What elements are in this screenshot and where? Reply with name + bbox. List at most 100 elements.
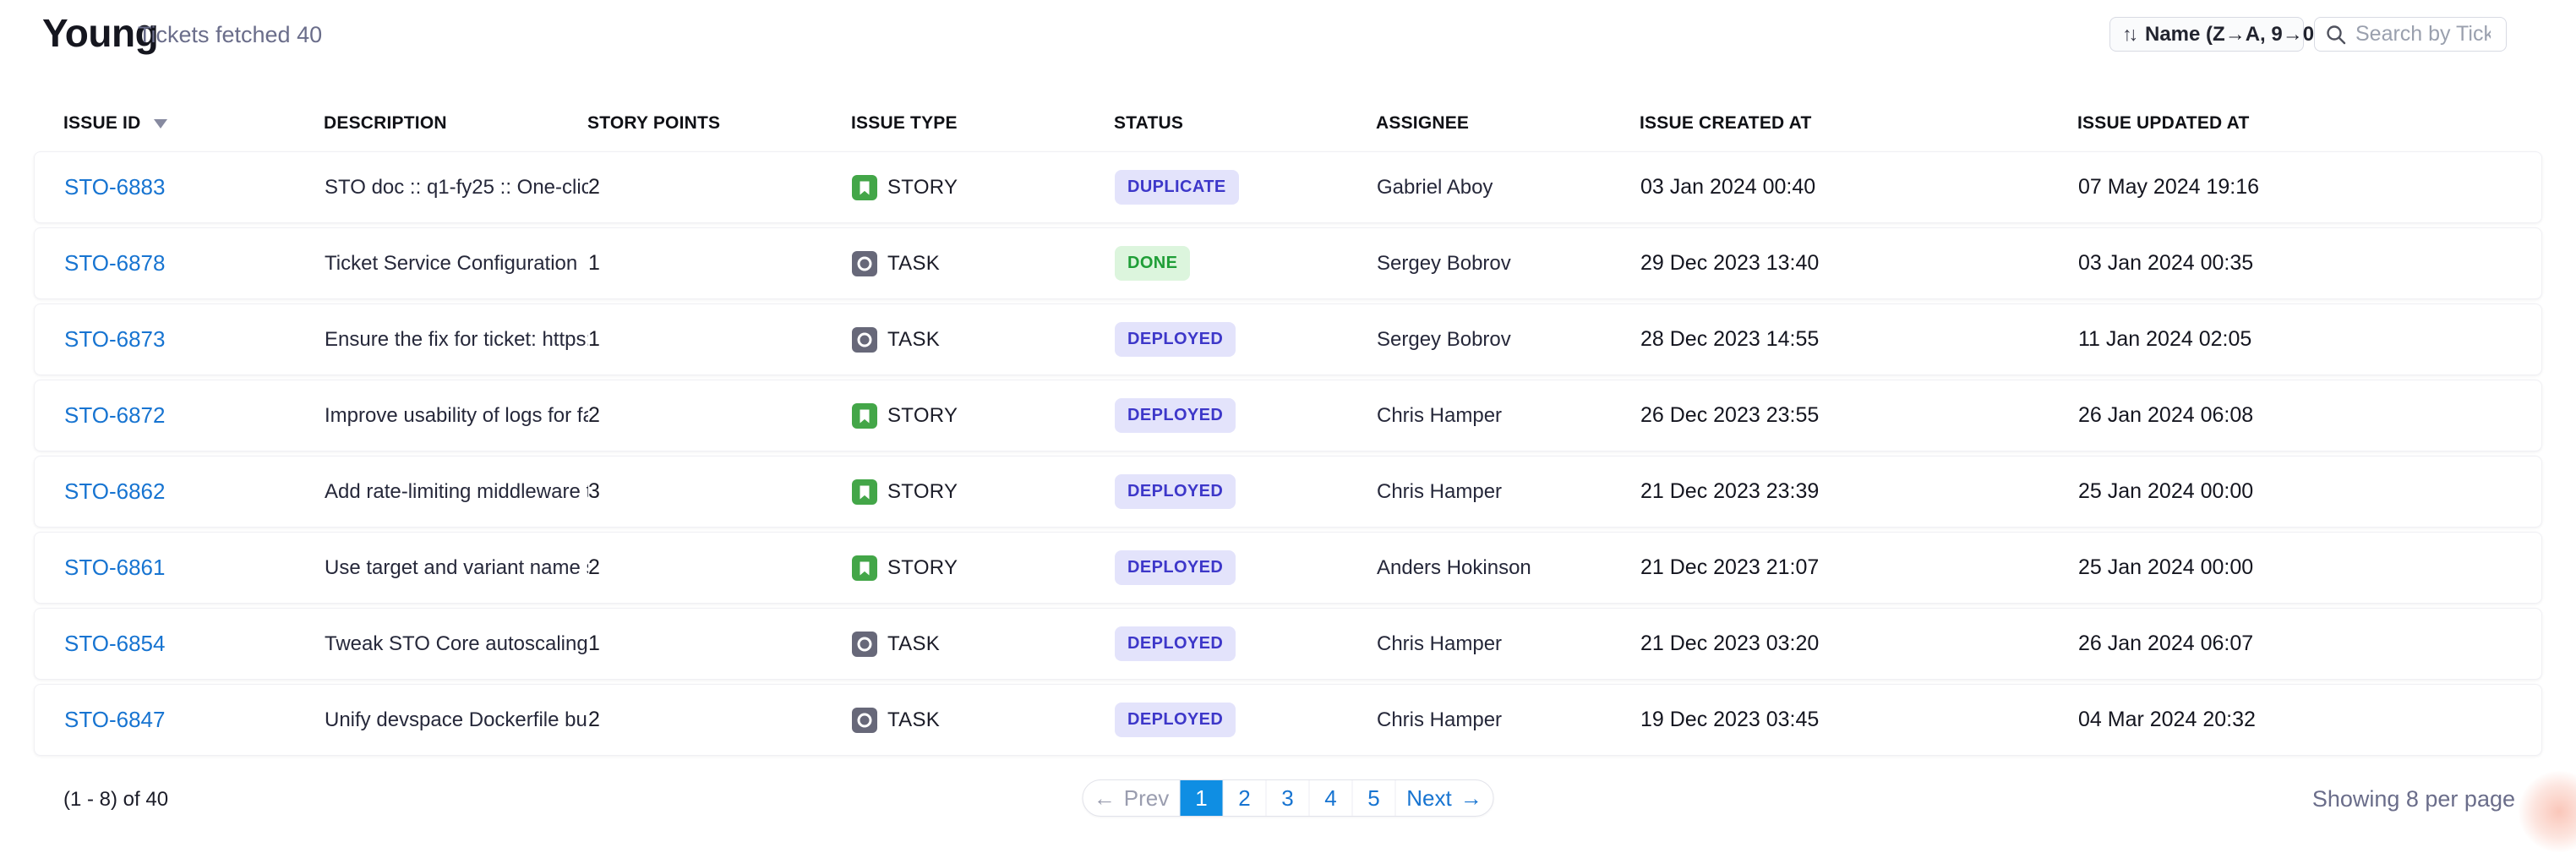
results-range: (1 - 8) of 40: [63, 788, 168, 812]
status-badge: DEPLOYED: [1115, 626, 1236, 661]
page-button-5[interactable]: 5: [1353, 780, 1396, 816]
issue-type-label: TASK: [887, 252, 940, 276]
issues-table: ISSUE ID DESCRIPTION STORY POINTS ISSUE …: [34, 106, 2542, 760]
sort-label: Name (Z→A, 9→0): [2145, 23, 2321, 46]
issue-id-link[interactable]: STO-6872: [64, 402, 165, 428]
status-badge: DONE: [1115, 246, 1190, 281]
description-cell: Ensure the fix for ticket: https://h...: [325, 328, 588, 352]
issue-id-link[interactable]: STO-6883: [64, 174, 165, 200]
table-row[interactable]: STO-6878 Ticket Service Configuration 1 …: [34, 227, 2542, 299]
issue-id-link[interactable]: STO-6854: [64, 631, 165, 656]
pagination-footer: (1 - 8) of 40 ← Prev 12345 Next → Showin…: [0, 779, 2576, 818]
story-icon: [852, 479, 877, 505]
updated-at-cell: 26 Jan 2024 06:08: [2078, 403, 2541, 428]
task-icon: [852, 632, 877, 657]
search-icon: [2325, 24, 2347, 46]
page-button-1[interactable]: 1: [1181, 780, 1224, 816]
issue-type-label: STORY: [887, 556, 958, 580]
tickets-fetched-label: Tickets fetched 40: [138, 22, 322, 48]
per-page-label: Showing 8 per page: [2312, 786, 2515, 812]
description-cell: Use target and variant name sear...: [325, 556, 588, 580]
arrow-left-icon: ←: [1094, 785, 1116, 812]
updated-at-cell: 25 Jan 2024 00:00: [2078, 479, 2541, 504]
issue-type-label: TASK: [887, 632, 940, 656]
created-at-cell: 21 Dec 2023 23:39: [1640, 479, 2078, 504]
status-badge: DUPLICATE: [1115, 170, 1239, 205]
table-row[interactable]: STO-6862 Add rate-limiting middleware to…: [34, 456, 2542, 528]
col-description: DESCRIPTION: [324, 113, 587, 134]
issue-type-cell: TASK: [852, 632, 1115, 657]
description-cell: Ticket Service Configuration: [325, 252, 588, 276]
table-row[interactable]: STO-6872 Improve usability of logs for f…: [34, 380, 2542, 451]
issue-type-label: TASK: [887, 708, 940, 732]
issue-type-cell: STORY: [852, 479, 1115, 505]
assignee-cell: Chris Hamper: [1377, 708, 1640, 732]
col-issue-id-label: ISSUE ID: [63, 113, 140, 134]
story-icon: [852, 403, 877, 429]
story-icon: [852, 175, 877, 200]
prev-label: Prev: [1124, 785, 1169, 812]
issue-id-link[interactable]: STO-6878: [64, 250, 165, 276]
status-badge: DEPLOYED: [1115, 398, 1236, 433]
col-updated-at: ISSUE UPDATED AT: [2077, 113, 2542, 134]
created-at-cell: 29 Dec 2023 13:40: [1640, 251, 2078, 276]
task-icon: [852, 327, 877, 353]
issue-type-cell: STORY: [852, 403, 1115, 429]
assignee-cell: Gabriel Aboy: [1377, 176, 1640, 200]
description-cell: STO doc :: q1-fy25 :: One-click e...: [325, 176, 588, 200]
table-row[interactable]: STO-6854 Tweak STO Core autoscaling par.…: [34, 608, 2542, 680]
table-row[interactable]: STO-6861 Use target and variant name sea…: [34, 532, 2542, 604]
issue-type-cell: STORY: [852, 555, 1115, 581]
col-status: STATUS: [1114, 113, 1376, 134]
issue-id-link[interactable]: STO-6861: [64, 555, 165, 580]
assignee-cell: Sergey Bobrov: [1377, 328, 1640, 352]
issue-type-label: STORY: [887, 480, 958, 504]
created-at-cell: 26 Dec 2023 23:55: [1640, 403, 2078, 428]
next-label: Next: [1406, 785, 1451, 812]
story-points-cell: 2: [588, 175, 852, 200]
search-input[interactable]: [2355, 22, 2491, 46]
assignee-cell: Sergey Bobrov: [1377, 252, 1640, 276]
updated-at-cell: 07 May 2024 19:16: [2078, 175, 2541, 200]
table-row[interactable]: STO-6847 Unify devspace Dockerfile build…: [34, 684, 2542, 756]
status-badge: DEPLOYED: [1115, 703, 1236, 737]
updated-at-cell: 25 Jan 2024 00:00: [2078, 555, 2541, 580]
issue-id-link[interactable]: STO-6862: [64, 478, 165, 504]
table-row[interactable]: STO-6873 Ensure the fix for ticket: http…: [34, 303, 2542, 375]
page-button-4[interactable]: 4: [1310, 780, 1353, 816]
sort-dropdown[interactable]: ↑↓ Name (Z→A, 9→0): [2109, 17, 2304, 52]
page-button-3[interactable]: 3: [1267, 780, 1310, 816]
sort-arrows-icon: ↑↓: [2122, 23, 2135, 46]
story-icon: [852, 555, 877, 581]
created-at-cell: 19 Dec 2023 03:45: [1640, 708, 2078, 732]
status-badge: DEPLOYED: [1115, 474, 1236, 509]
assignee-cell: Anders Hokinson: [1377, 556, 1640, 580]
task-icon: [852, 708, 877, 733]
updated-at-cell: 26 Jan 2024 06:07: [2078, 632, 2541, 656]
updated-at-cell: 03 Jan 2024 00:35: [2078, 251, 2541, 276]
prev-button[interactable]: ← Prev: [1083, 780, 1181, 816]
page-button-2[interactable]: 2: [1224, 780, 1267, 816]
issue-type-cell: TASK: [852, 708, 1115, 733]
issue-id-link[interactable]: STO-6847: [64, 707, 165, 732]
description-cell: Improve usability of logs for failur...: [325, 404, 588, 428]
col-issue-id[interactable]: ISSUE ID: [63, 113, 324, 134]
issue-type-label: STORY: [887, 404, 958, 428]
description-cell: Add rate-limiting middleware to S...: [325, 480, 588, 504]
story-points-cell: 1: [588, 632, 852, 656]
search-box[interactable]: [2314, 17, 2507, 52]
next-button[interactable]: Next →: [1396, 780, 1493, 816]
issue-id-link[interactable]: STO-6873: [64, 326, 165, 352]
story-points-cell: 2: [588, 555, 852, 580]
story-points-cell: 3: [588, 479, 852, 504]
task-icon: [852, 251, 877, 276]
sort-descending-icon: [154, 119, 167, 129]
created-at-cell: 21 Dec 2023 21:07: [1640, 555, 2078, 580]
top-bar: Young Tickets fetched 40 ↑↓ Name (Z→A, 9…: [0, 0, 2576, 69]
table-row[interactable]: STO-6883 STO doc :: q1-fy25 :: One-click…: [34, 151, 2542, 223]
col-assignee: ASSIGNEE: [1376, 113, 1640, 134]
issue-type-label: STORY: [887, 176, 958, 200]
table-header-row: ISSUE ID DESCRIPTION STORY POINTS ISSUE …: [34, 106, 2542, 141]
col-issue-type: ISSUE TYPE: [851, 113, 1114, 134]
updated-at-cell: 11 Jan 2024 02:05: [2078, 327, 2541, 352]
